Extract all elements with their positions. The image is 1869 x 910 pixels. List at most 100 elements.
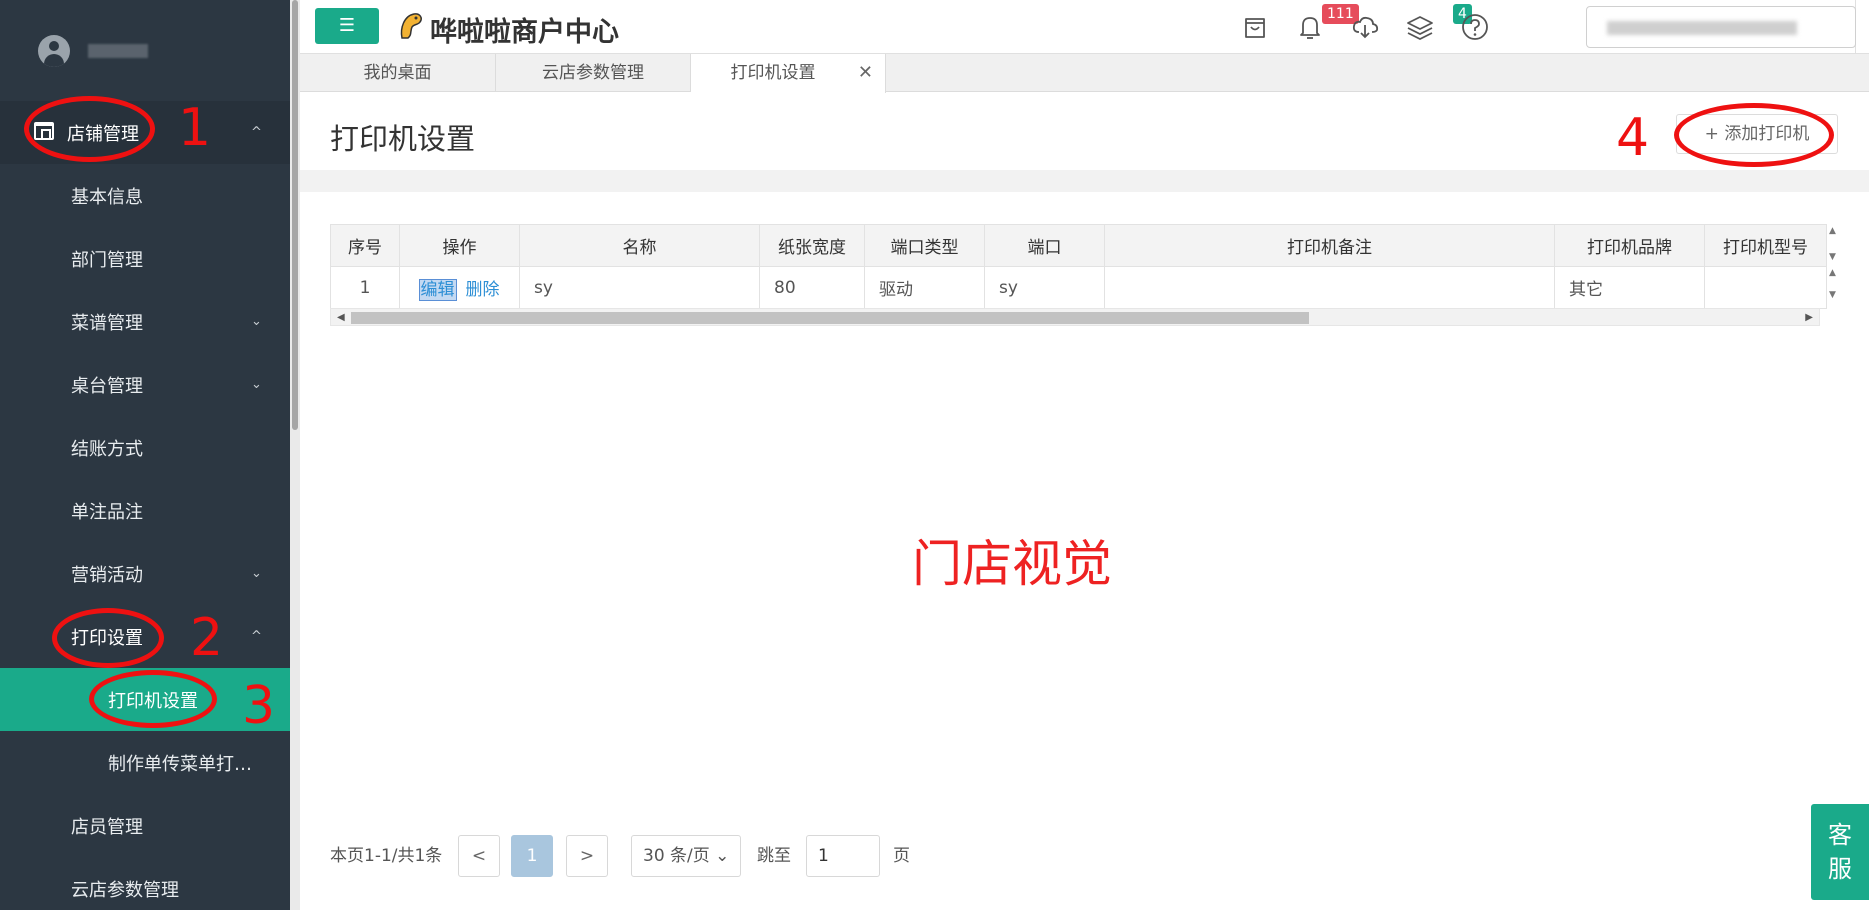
chevron-down-icon: ⌄ — [251, 566, 262, 581]
table-vertical-scrollbar[interactable]: ▲ ▼ ▲ ▼ — [1827, 224, 1841, 308]
cell-port-type: 驱动 — [864, 266, 985, 309]
sidebar-item-payment[interactable]: 结账方式 — [0, 416, 293, 479]
jump-label: 跳至 — [757, 846, 791, 866]
service-label-1: 客 — [1828, 821, 1852, 849]
chevron-up-icon: ^ — [251, 125, 262, 140]
annotation-number: 2 — [190, 608, 224, 668]
account-name-blurred — [1607, 21, 1797, 35]
column-header[interactable]: 操作 — [399, 224, 520, 267]
sidebar-item-staff[interactable]: 店员管理 — [0, 794, 293, 857]
scrollbar-thumb[interactable] — [292, 0, 298, 430]
tab-desktop[interactable]: 我的桌面 — [300, 54, 496, 92]
sidebar-item-label: 店员管理 — [71, 816, 143, 838]
sidebar-item-table[interactable]: 桌台管理 ⌄ — [0, 353, 293, 416]
annotation-ring — [52, 608, 164, 668]
column-header[interactable]: 序号 — [330, 224, 400, 267]
column-header[interactable]: 名称 — [519, 224, 760, 267]
annotation-ring — [1674, 103, 1834, 167]
sidebar-item-label: 云店参数管理 — [71, 879, 179, 901]
sidebar-item-label: 桌台管理 — [71, 375, 143, 397]
printer-table: 序号 操作 名称 纸张宽度 端口类型 端口 打印机备注 打印机品牌 打印机型号 … — [330, 224, 1841, 329]
sidebar-item-label: 部门管理 — [71, 249, 143, 271]
annotation-number: 3 — [242, 676, 276, 736]
bell-icon[interactable] — [1295, 12, 1325, 42]
chevron-up-icon: ^ — [251, 629, 262, 644]
annotation-number: 1 — [178, 98, 212, 158]
sidebar-item-basic-info[interactable]: 基本信息 — [0, 164, 293, 227]
chevron-down-icon: ⌄ — [251, 314, 262, 329]
scroll-down-icon[interactable]: ▼ — [1829, 290, 1836, 300]
page-suffix: 页 — [893, 846, 910, 866]
account-selector[interactable] — [1586, 6, 1856, 48]
cell-model — [1704, 266, 1827, 309]
close-icon[interactable]: ✕ — [858, 54, 873, 92]
column-header[interactable]: 端口 — [984, 224, 1105, 267]
column-header[interactable]: 端口类型 — [864, 224, 985, 267]
cell-brand: 其它 — [1554, 266, 1705, 309]
current-page-button[interactable]: 1 — [511, 835, 553, 877]
sidebar-item-label: 结账方式 — [71, 438, 143, 460]
tab-label: 云店参数管理 — [542, 63, 644, 83]
tab-label: 打印机设置 — [730, 63, 816, 83]
sidebar-item-label: 单注品注 — [71, 501, 143, 523]
sidebar-item-label: 营销活动 — [71, 564, 143, 586]
scroll-left-icon[interactable]: ◀ — [337, 309, 345, 327]
annotation-number: 4 — [1616, 108, 1650, 168]
cell-index: 1 — [330, 266, 400, 309]
table-row: 1 编辑 删除 sy 80 驱动 sy 其它 — [330, 266, 1827, 309]
cell-paper-width: 80 — [759, 266, 865, 309]
pagination-summary: 本页1-1/共1条 — [330, 846, 443, 866]
table-header-row: 序号 操作 名称 纸张宽度 端口类型 端口 打印机备注 打印机品牌 打印机型号 — [330, 224, 1827, 267]
column-header[interactable]: 打印机品牌 — [1554, 224, 1705, 267]
annotation-ring — [89, 670, 217, 728]
help-circle-icon[interactable] — [1460, 12, 1490, 42]
page-title: 打印机设置 — [330, 122, 476, 156]
jump-page-input[interactable]: 1 — [806, 835, 880, 877]
username-blurred — [88, 44, 148, 58]
layers-icon[interactable] — [1405, 12, 1435, 42]
brand-logo-icon — [400, 13, 422, 39]
user-profile[interactable] — [38, 34, 148, 68]
cell-name: sy — [519, 266, 760, 309]
customer-service-button[interactable]: 客 服 — [1811, 804, 1869, 900]
delete-link[interactable]: 删除 — [466, 280, 500, 300]
scroll-right-icon[interactable]: ▶ — [1805, 309, 1813, 327]
watermark-text: 门店视觉 — [912, 535, 1112, 593]
prev-page-button[interactable]: < — [458, 835, 500, 877]
scroll-up-icon[interactable]: ▲ — [1829, 268, 1836, 278]
sidebar-item-cloud-params[interactable]: 云店参数管理 — [0, 857, 293, 910]
sidebar-item-department[interactable]: 部门管理 — [0, 227, 293, 290]
next-page-button[interactable]: > — [566, 835, 608, 877]
edit-link[interactable]: 编辑 — [418, 279, 457, 301]
column-header[interactable]: 打印机备注 — [1104, 224, 1555, 267]
sidebar-item-label: 制作单传菜单打… — [108, 753, 252, 775]
annotation-ring — [24, 96, 155, 162]
brand-title: 哗啦啦商户中心 — [430, 17, 619, 48]
cell-port: sy — [984, 266, 1105, 309]
scrollbar-thumb[interactable] — [351, 312, 1309, 324]
sidebar-item-label: 菜谱管理 — [71, 312, 143, 334]
sidebar-scrollbar[interactable] — [290, 0, 300, 910]
tab-cloud-params[interactable]: 云店参数管理 — [496, 54, 691, 92]
chevron-down-icon: ⌄ — [251, 377, 262, 392]
shop-bag-icon[interactable] — [1240, 12, 1270, 42]
sidebar-item-label: 基本信息 — [71, 186, 143, 208]
tab-label: 我的桌面 — [363, 63, 432, 83]
sidebar-item-menu[interactable]: 菜谱管理 ⌄ — [0, 290, 293, 353]
sidebar-item-kitchen-print[interactable]: 制作单传菜单打… — [0, 731, 293, 794]
header-separator — [300, 170, 1869, 192]
scroll-down-icon[interactable]: ▼ — [1829, 252, 1836, 262]
tab-printer-settings[interactable]: 打印机设置 ✕ — [691, 54, 886, 93]
cloud-download-icon[interactable] — [1350, 12, 1380, 42]
column-header[interactable]: 纸张宽度 — [759, 224, 865, 267]
tab-bar: 我的桌面 云店参数管理 打印机设置 ✕ — [300, 54, 1869, 93]
menu-toggle-button[interactable]: ☰ — [315, 8, 379, 44]
cell-actions: 编辑 删除 — [399, 266, 520, 309]
column-header[interactable]: 打印机型号 — [1704, 224, 1827, 267]
avatar-icon — [38, 35, 70, 67]
sidebar-item-notes[interactable]: 单注品注 — [0, 479, 293, 542]
scroll-up-icon[interactable]: ▲ — [1829, 226, 1836, 236]
sidebar-item-marketing[interactable]: 营销活动 ⌄ — [0, 542, 293, 605]
page-size-select[interactable]: 30 条/页 ⌄ — [631, 835, 741, 877]
table-horizontal-scrollbar[interactable]: ◀ ▶ — [330, 308, 1820, 326]
